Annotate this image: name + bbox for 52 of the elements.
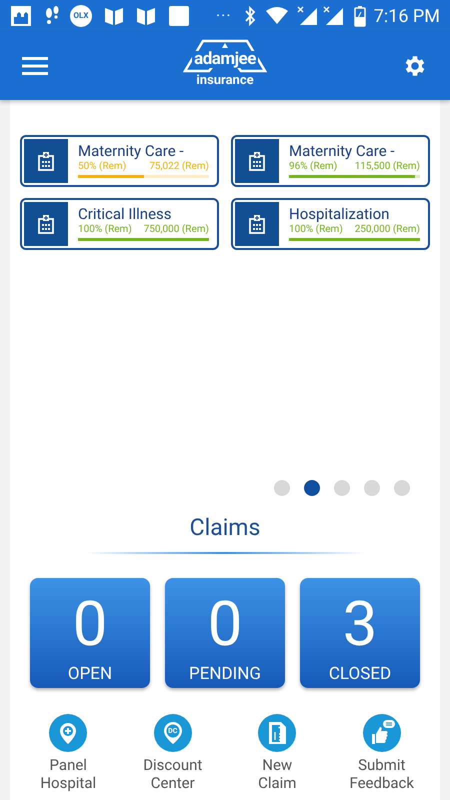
logo-name: adamjee bbox=[192, 51, 258, 68]
claim-count: 0 bbox=[72, 594, 108, 656]
claim-status-label: PENDING bbox=[188, 663, 261, 686]
claim-count: 0 bbox=[208, 594, 242, 656]
policy-card[interactable]: Maternity Care - 96% (Rem) 115,500 (Rem) bbox=[231, 135, 430, 187]
thumbs-up-speech-icon bbox=[362, 714, 401, 752]
book-icon bbox=[136, 6, 156, 26]
claim-status-tile[interactable]: 0 OPEN bbox=[30, 578, 150, 688]
remaining-amount: 750,000 (Rem) bbox=[144, 224, 209, 236]
map-pin-plus-icon bbox=[49, 714, 88, 752]
olx-icon: OLX bbox=[70, 5, 92, 27]
policy-title: Maternity Care - bbox=[78, 142, 185, 160]
action-label: New Claim bbox=[258, 756, 296, 792]
action-button[interactable]: Submit Feedback bbox=[349, 714, 414, 792]
claim-count: 3 bbox=[342, 594, 378, 656]
battery-icon bbox=[354, 5, 366, 27]
footprints-icon bbox=[44, 5, 60, 27]
status-time: 7:16 PM bbox=[374, 4, 440, 28]
bluetooth-icon bbox=[244, 6, 256, 26]
policy-card[interactable]: Maternity Care - 50% (Rem) 75,022 (Rem) bbox=[20, 135, 219, 187]
signal-icon bbox=[296, 6, 318, 26]
claim-status-tile[interactable]: 3 CLOSED bbox=[300, 578, 420, 688]
remaining-percent: 100% (Rem) bbox=[289, 224, 343, 236]
policy-card[interactable]: Critical Illness 100% (Rem) 750,000 (Rem) bbox=[20, 198, 219, 250]
menu-button[interactable] bbox=[22, 56, 48, 76]
policy-card[interactable]: Hospitalization 100% (Rem) 250,000 (Rem) bbox=[231, 198, 430, 250]
remaining-amount: 75,022 (Rem) bbox=[149, 161, 209, 173]
map-pin-icon bbox=[154, 714, 192, 752]
remaining-percent: 50% (Rem) bbox=[78, 161, 126, 173]
action-button[interactable]: Panel Hospital bbox=[40, 714, 96, 792]
action-button[interactable]: New Claim bbox=[258, 714, 296, 792]
overflow-indicator: ··· bbox=[216, 5, 232, 27]
claims-title: Claims bbox=[190, 514, 260, 542]
claim-status-label: CLOSED bbox=[328, 663, 392, 686]
remaining-percent: 96% (Rem) bbox=[289, 161, 338, 173]
policy-title: Critical Illness bbox=[78, 205, 173, 223]
remaining-amount: 115,500 (Rem) bbox=[354, 161, 420, 173]
book-icon bbox=[104, 6, 124, 26]
square-icon bbox=[168, 5, 190, 27]
remaining-amount: 250,000 (Rem) bbox=[354, 224, 420, 236]
claim-status-label: OPEN bbox=[68, 663, 112, 686]
remaining-percent: 100% (Rem) bbox=[78, 224, 132, 236]
action-label: Panel Hospital bbox=[40, 756, 96, 792]
policy-title: Maternity Care - bbox=[289, 142, 396, 160]
logo-tagline: insurance bbox=[196, 74, 254, 87]
action-label: Discount Center bbox=[143, 756, 202, 792]
wifi-icon bbox=[266, 7, 288, 25]
action-label: Submit Feedback bbox=[349, 756, 414, 792]
policy-title: Hospitalization bbox=[289, 205, 390, 223]
menu-icon bbox=[22, 56, 48, 76]
signal-icon bbox=[322, 6, 344, 26]
claim-status-tile[interactable]: 0 PENDING bbox=[165, 578, 285, 688]
